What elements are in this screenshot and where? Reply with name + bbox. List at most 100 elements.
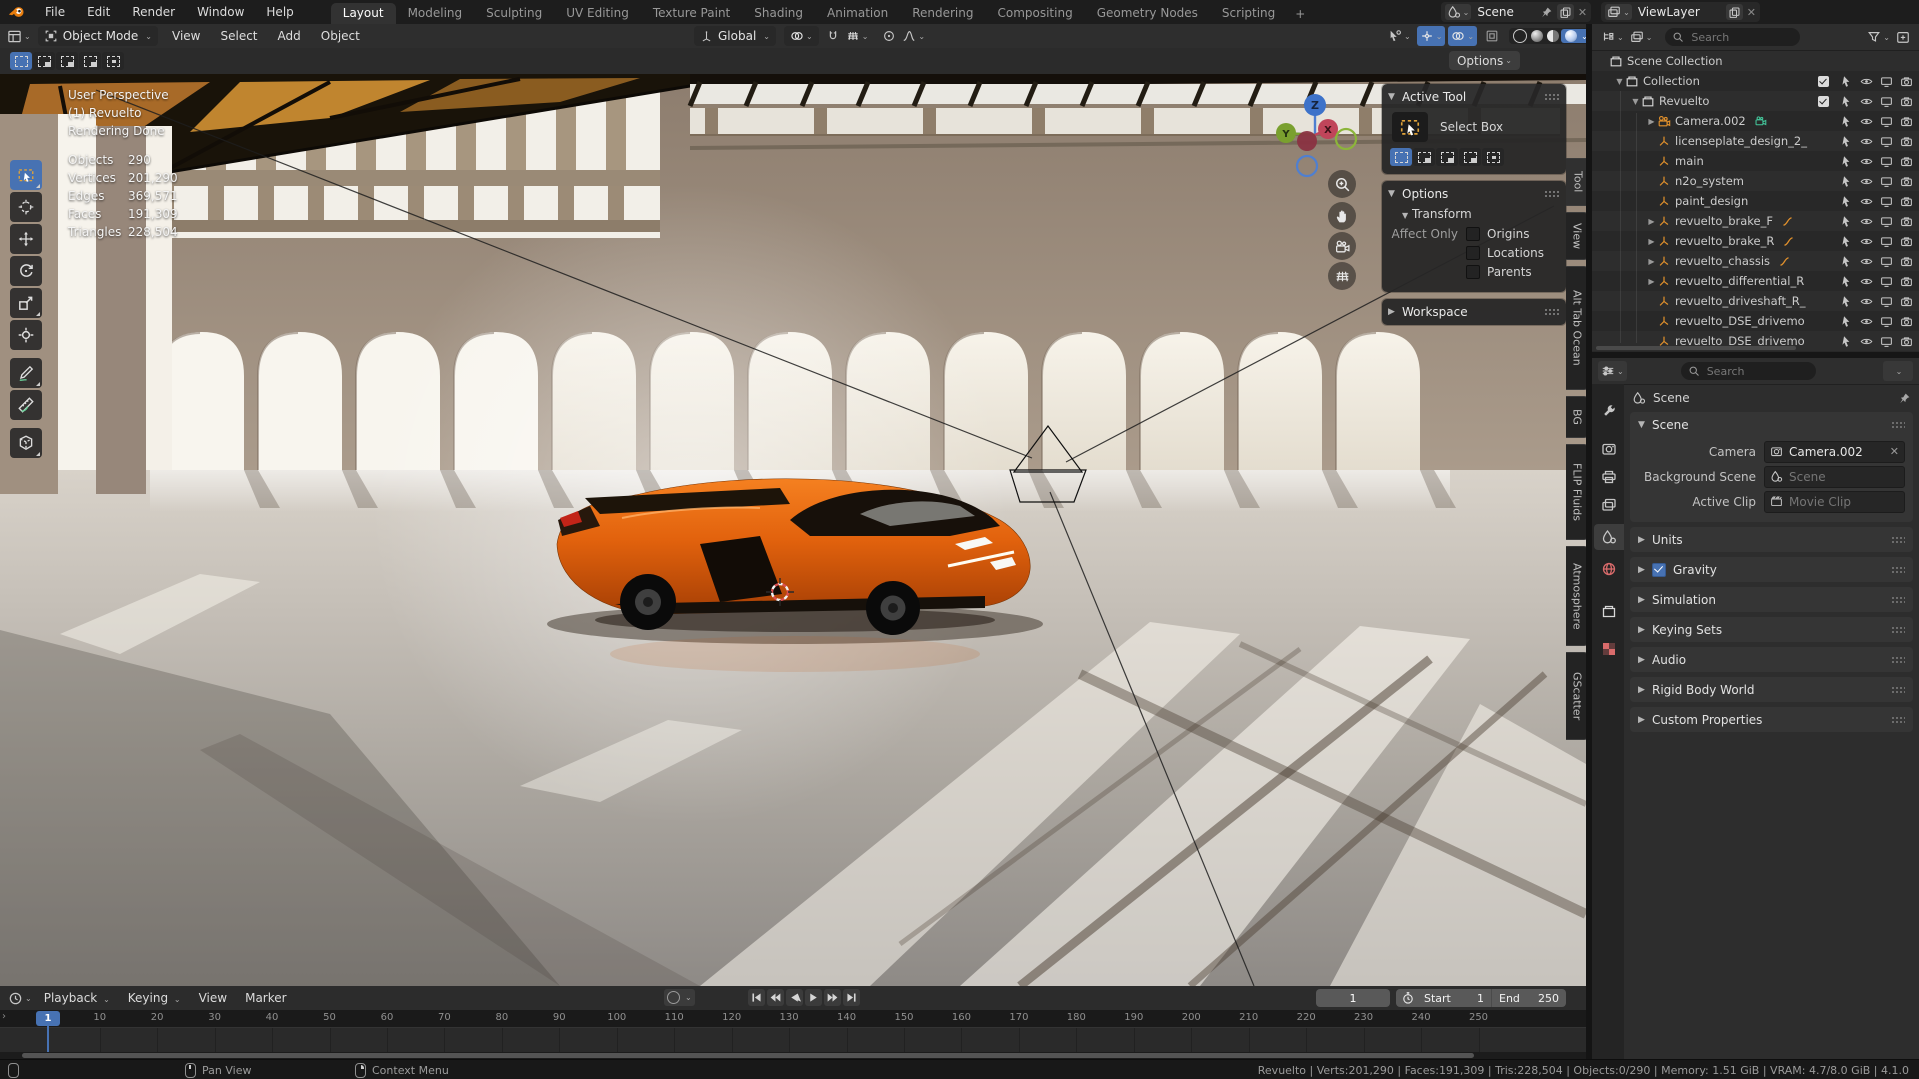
falloff-dropdown[interactable]: ⌄ bbox=[899, 26, 928, 46]
panel-gravity[interactable]: ▶Gravity bbox=[1630, 557, 1913, 582]
properties-tab-texture[interactable] bbox=[1594, 636, 1624, 662]
sidebar-tab-alt-tab-ocean[interactable]: Alt Tab Ocean bbox=[1566, 266, 1586, 390]
zoom-button[interactable] bbox=[1328, 170, 1356, 198]
properties-tab-render[interactable] bbox=[1594, 436, 1624, 462]
scene-icon[interactable]: ⌄ bbox=[1445, 4, 1472, 20]
viewlayer-selector-value[interactable]: ViewLayer bbox=[1638, 5, 1700, 19]
select-mode-set[interactable] bbox=[10, 52, 32, 70]
scene-selector-value[interactable]: Scene bbox=[1477, 5, 1514, 19]
selectable-toggle[interactable] bbox=[1840, 234, 1853, 248]
outliner-item-licenseplate-design-2-[interactable]: licenseplate_design_2_ bbox=[1592, 131, 1919, 151]
workspace-panel-header[interactable]: ▶Workspace bbox=[1388, 303, 1560, 321]
menu-render[interactable]: Render bbox=[121, 0, 186, 24]
collection-checkbox[interactable] bbox=[1818, 76, 1829, 87]
viewport-disable-toggle[interactable] bbox=[1880, 214, 1893, 228]
options-panel-header[interactable]: ▼Options bbox=[1388, 185, 1560, 203]
render-disable-toggle[interactable] bbox=[1900, 134, 1913, 148]
checkbox-parents[interactable] bbox=[1466, 265, 1480, 279]
workspace-tab-modeling[interactable]: Modeling bbox=[396, 3, 475, 24]
ortho-toggle-button[interactable] bbox=[1328, 262, 1356, 290]
outliner-item-camera-002[interactable]: ▶Camera.002 bbox=[1592, 111, 1919, 131]
proportional-editing-toggle[interactable] bbox=[879, 26, 899, 46]
outliner-scrollbar[interactable] bbox=[1596, 346, 1796, 350]
outliner-item-revuelto-brake-f[interactable]: ▶revuelto_brake_F bbox=[1592, 211, 1919, 231]
render-disable-toggle[interactable] bbox=[1900, 334, 1913, 348]
hide-toggle[interactable] bbox=[1860, 314, 1873, 328]
sidebar-tab-gscatter[interactable]: GScatter bbox=[1566, 652, 1586, 740]
pin-icon[interactable] bbox=[1540, 6, 1553, 19]
render-disable-toggle[interactable] bbox=[1900, 94, 1913, 108]
panel-custom-properties[interactable]: ▶Custom Properties bbox=[1630, 707, 1913, 732]
expand-icon[interactable]: ▶ bbox=[1646, 217, 1657, 226]
viewport-disable-toggle[interactable] bbox=[1880, 154, 1893, 168]
render-disable-toggle[interactable] bbox=[1900, 254, 1913, 268]
scale-tool-button[interactable] bbox=[10, 288, 42, 318]
hide-toggle[interactable] bbox=[1860, 114, 1873, 128]
outliner-search[interactable] bbox=[1665, 28, 1800, 46]
mode-dropdown[interactable]: Object Mode⌄ bbox=[38, 26, 158, 46]
properties-tab-world[interactable] bbox=[1594, 556, 1624, 582]
outliner-item-revuelto-dse-drivemo[interactable]: revuelto_DSE_drivemo bbox=[1592, 311, 1919, 331]
cursor-tool-button[interactable] bbox=[10, 192, 42, 222]
render-disable-toggle[interactable] bbox=[1900, 154, 1913, 168]
properties-search[interactable] bbox=[1681, 362, 1816, 380]
transform-tool-button[interactable] bbox=[10, 320, 42, 350]
properties-search-input[interactable] bbox=[1705, 364, 1809, 379]
panel-rigid-body-world[interactable]: ▶Rigid Body World bbox=[1630, 677, 1913, 702]
timeline-scrollbar[interactable] bbox=[0, 1052, 1586, 1059]
select-mode-set[interactable] bbox=[1390, 148, 1412, 166]
workspace-tab-shading[interactable]: Shading bbox=[742, 3, 815, 24]
hide-toggle[interactable] bbox=[1860, 154, 1873, 168]
hide-toggle[interactable] bbox=[1860, 94, 1873, 108]
properties-display-button[interactable]: ⌄ bbox=[1598, 361, 1627, 381]
viewport-options-button[interactable]: Options⌄ bbox=[1449, 51, 1520, 70]
scene-panel-header[interactable]: ▼Scene bbox=[1630, 412, 1913, 437]
expand-icon[interactable]: ▶ bbox=[1646, 237, 1657, 246]
render-disable-toggle[interactable] bbox=[1900, 234, 1913, 248]
hide-toggle[interactable] bbox=[1860, 334, 1873, 348]
pivot-dropdown[interactable]: ⌄ bbox=[784, 26, 819, 46]
menu-file[interactable]: File bbox=[34, 0, 76, 24]
select-mode-subtract[interactable] bbox=[56, 52, 78, 70]
timeline-channels[interactable] bbox=[0, 1027, 1586, 1053]
outliner-filter-id-button[interactable]: ⌄ bbox=[1627, 27, 1656, 47]
add-cube-tool-button[interactable] bbox=[10, 428, 42, 458]
outliner-item-scene-collection[interactable]: Scene Collection bbox=[1592, 51, 1919, 71]
new-collection-button[interactable] bbox=[1893, 27, 1913, 47]
selectable-toggle[interactable] bbox=[1840, 294, 1853, 308]
jump-to-end-button[interactable] bbox=[843, 989, 860, 1006]
end-frame-field[interactable]: End250 bbox=[1492, 992, 1566, 1005]
timeline-menu-marker[interactable]: Marker bbox=[236, 991, 295, 1005]
selectable-toggle[interactable] bbox=[1840, 334, 1853, 348]
panel-units[interactable]: ▶Units bbox=[1630, 527, 1913, 552]
viewport-disable-toggle[interactable] bbox=[1880, 254, 1893, 268]
selectable-toggle[interactable] bbox=[1840, 94, 1853, 108]
background-scene-field[interactable]: Scene bbox=[1764, 466, 1905, 488]
render-disable-toggle[interactable] bbox=[1900, 194, 1913, 208]
gizmos-toggle[interactable]: ⌄ bbox=[1417, 26, 1446, 46]
viewport-disable-toggle[interactable] bbox=[1880, 94, 1893, 108]
copy-scene-icon[interactable] bbox=[1557, 4, 1574, 20]
menu-window[interactable]: Window bbox=[186, 0, 255, 24]
hide-toggle[interactable] bbox=[1860, 194, 1873, 208]
hide-toggle[interactable] bbox=[1860, 234, 1873, 248]
timeline-menu-view[interactable]: View bbox=[190, 991, 236, 1005]
hide-toggle[interactable] bbox=[1860, 174, 1873, 188]
properties-tab-view-layer[interactable] bbox=[1594, 492, 1624, 518]
sidebar-tab-view[interactable]: View bbox=[1566, 212, 1586, 260]
copy-viewlayer-icon[interactable] bbox=[1726, 4, 1743, 20]
selectable-toggle[interactable] bbox=[1840, 194, 1853, 208]
properties-tab-collection[interactable] bbox=[1594, 598, 1624, 624]
outliner-display-mode-button[interactable]: ⌄ bbox=[1598, 27, 1627, 47]
outliner-item-paint-design[interactable]: paint_design bbox=[1592, 191, 1919, 211]
sidebar-tab-flip-fluids[interactable]: FLIP Fluids bbox=[1566, 444, 1586, 540]
selectability-dropdown[interactable]: ⌄ bbox=[1385, 26, 1414, 46]
selectable-toggle[interactable] bbox=[1840, 134, 1853, 148]
panel-keying-sets[interactable]: ▶Keying Sets bbox=[1630, 617, 1913, 642]
remove-viewlayer-icon[interactable]: ✕ bbox=[1747, 6, 1756, 19]
outliner-search-input[interactable] bbox=[1689, 30, 1793, 45]
workspace-tab-scripting[interactable]: Scripting bbox=[1210, 3, 1287, 24]
workspace-tab-geometry-nodes[interactable]: Geometry Nodes bbox=[1085, 3, 1210, 24]
rotate-tool-button[interactable] bbox=[10, 256, 42, 286]
hide-toggle[interactable] bbox=[1860, 254, 1873, 268]
